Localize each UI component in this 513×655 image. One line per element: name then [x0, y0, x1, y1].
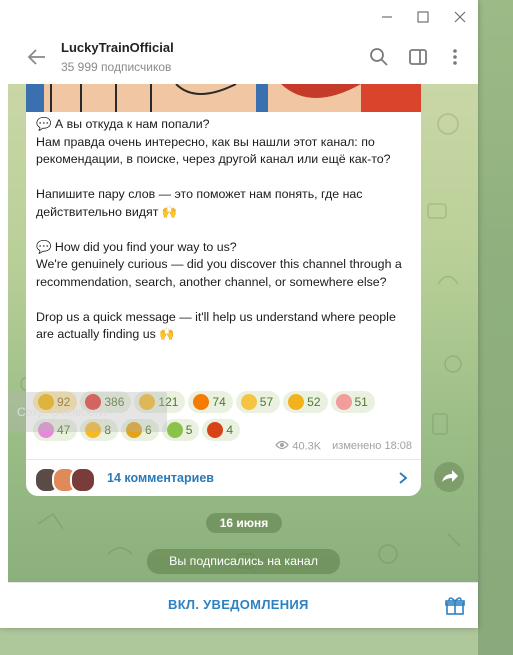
- message-line: Нам правда очень интересно, как вы нашли…: [36, 134, 391, 167]
- post-image-art: [26, 84, 421, 112]
- fire-icon: [193, 394, 210, 410]
- maximize-icon[interactable]: [414, 8, 432, 26]
- message-line: Drop us a quick message — it'll help us …: [36, 309, 400, 342]
- nauseated-icon: [166, 422, 183, 438]
- telegram-window: LuckyTrainOfficial 35 999 подписчиков 💬 …: [0, 0, 478, 628]
- post-meta: 40.3K изменено 18:08: [275, 440, 412, 453]
- views-count: 40.3K: [292, 440, 322, 453]
- clap-icon: [240, 394, 257, 410]
- channel-title[interactable]: LuckyTrainOfficial: [61, 40, 174, 55]
- reaction-count: 51: [354, 395, 368, 409]
- reaction-count: 4: [226, 423, 234, 437]
- desktop-background: [478, 0, 513, 655]
- message-text: 💬 А вы откуда к нам попали? Нам правда о…: [36, 116, 414, 344]
- title-bar: [0, 0, 478, 34]
- more-vertical-icon[interactable]: [444, 46, 466, 68]
- reaction-clap[interactable]: 57: [235, 391, 281, 413]
- comments-button[interactable]: 14 комментариев: [26, 460, 421, 496]
- chevron-right-icon[interactable]: [397, 471, 409, 485]
- desktop-background-bottom: [0, 628, 478, 655]
- message-line: We're genuinely curious — did you discov…: [36, 257, 406, 289]
- share-button[interactable]: [434, 462, 464, 492]
- back-arrow-icon[interactable]: [26, 46, 48, 68]
- edited-time: изменено 18:08: [332, 440, 412, 453]
- reaction-nauseated[interactable]: 5: [161, 419, 200, 441]
- message-line: 💬 А вы откуда к нам попали?: [36, 117, 210, 131]
- reaction-count: 74: [212, 395, 226, 409]
- avatar: [70, 467, 96, 493]
- bottom-bar: ВКЛ. УВЕДОМЛЕНИЯ: [8, 582, 478, 628]
- chat-header: LuckyTrainOfficial 35 999 подписчиков: [8, 34, 478, 84]
- reaction-smiling-hearts[interactable]: 51: [330, 391, 375, 413]
- reaction-count: 5: [185, 423, 193, 437]
- reaction-count: 57: [259, 395, 274, 409]
- reaction-angry-face[interactable]: 4: [202, 419, 241, 441]
- chat-area[interactable]: 💬 А вы откуда к нам попали? Нам правда о…: [8, 84, 478, 582]
- share-icon: [442, 470, 458, 482]
- date-separator: 16 июня: [206, 513, 282, 533]
- gift-icon[interactable]: [445, 596, 465, 616]
- angry-face-icon: [207, 422, 224, 438]
- smiling-hearts-icon: [335, 394, 352, 410]
- close-icon[interactable]: [451, 8, 469, 26]
- star-struck-icon: [288, 394, 305, 410]
- ghost-tooltip: Сохр. о новости: [8, 392, 167, 432]
- subscriber-count: 35 999 подписчиков: [61, 60, 172, 74]
- service-message: Вы подписались на канал: [147, 549, 340, 574]
- message-line: Напишите пару слов — это поможет нам пон…: [36, 187, 366, 219]
- notifications-toggle-button[interactable]: ВКЛ. УВЕДОМЛЕНИЯ: [168, 597, 309, 612]
- reaction-star-struck[interactable]: 52: [283, 391, 328, 413]
- search-icon[interactable]: [368, 46, 390, 68]
- views-icon: [275, 440, 290, 453]
- reaction-fire[interactable]: 74: [188, 391, 233, 413]
- minimize-icon[interactable]: [378, 8, 396, 26]
- reaction-count: 52: [307, 395, 321, 409]
- channel-post: 💬 А вы откуда к нам попали? Нам правда о…: [26, 84, 421, 496]
- post-image[interactable]: [26, 84, 421, 112]
- message-line: 💬 How did you find your way to us?: [36, 239, 237, 254]
- sidebar-toggle-icon[interactable]: [407, 46, 429, 68]
- comments-label[interactable]: 14 комментариев: [107, 471, 214, 485]
